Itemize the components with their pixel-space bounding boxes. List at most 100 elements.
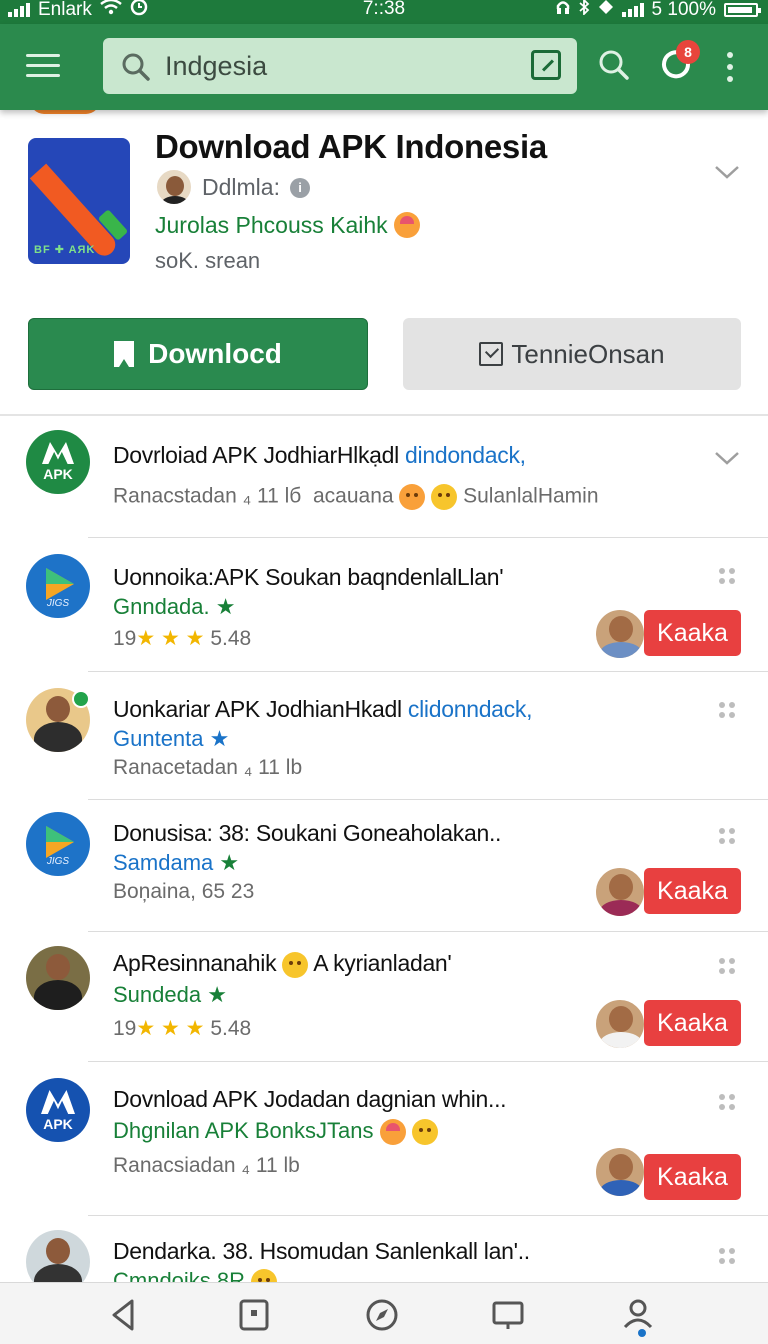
item-meta: Boņaina, 65 23 xyxy=(113,880,255,903)
headphone-icon xyxy=(556,0,570,21)
action-button[interactable]: Kaaka xyxy=(644,868,741,914)
avatar xyxy=(594,998,646,1050)
item-meta: Ranacstadan ₄ 11 lб acauana SulanlalHami… xyxy=(113,484,599,510)
item-subtitle: Guntenta ★ xyxy=(113,726,230,751)
secondary-button-label: TennieOnsan xyxy=(511,338,665,369)
avatar xyxy=(594,866,646,918)
list-item[interactable]: APK Dovrloiad APK JodhiarHlkạdl dindonda… xyxy=(0,416,768,538)
bookmark-icon xyxy=(114,341,135,367)
page-title: Download APK Indonesia xyxy=(155,128,547,165)
avatar-icon xyxy=(26,1230,90,1282)
action-button[interactable]: Kaaka xyxy=(644,1154,741,1200)
app-icon: BF ✚ AЯK xyxy=(28,138,130,264)
search-icon xyxy=(121,52,151,87)
more-options-icon[interactable] xyxy=(727,52,735,82)
list-item[interactable]: APK Dovnload APK Jodadan dagnian whin...… xyxy=(0,1062,768,1216)
star-icon: ★ xyxy=(207,982,227,1007)
search-bar[interactable] xyxy=(103,38,577,94)
emoji-icon xyxy=(399,484,426,510)
emoji-icon xyxy=(393,211,420,238)
developer-name[interactable]: Ddlmla: xyxy=(202,174,280,201)
search-input[interactable] xyxy=(165,48,505,84)
star-icon: ★ xyxy=(209,726,230,751)
edit-icon[interactable] xyxy=(531,50,561,80)
star-icon: ★ xyxy=(215,594,236,619)
bottom-navigation xyxy=(0,1282,768,1344)
emoji-icon xyxy=(431,484,458,510)
app-icon-tag: BF ✚ AЯK xyxy=(34,244,96,256)
avatar xyxy=(594,1146,646,1198)
drag-handle-icon[interactable] xyxy=(719,958,737,976)
download-button[interactable]: Downlocd xyxy=(28,318,368,390)
emoji-icon xyxy=(251,1269,278,1282)
drag-handle-icon[interactable] xyxy=(719,1094,737,1112)
verified-icon xyxy=(72,690,90,708)
item-title: Uonkariar APK JodhianHkadl clidonndack, xyxy=(113,696,533,722)
item-meta: Ranacetadan ₄ 11 lb xyxy=(113,756,303,779)
download-button-label: Downlocd xyxy=(148,338,282,369)
item-rating: 19★ ★ ★ 5.48 xyxy=(113,627,252,650)
item-title: Dendarka. 38. Hsomudan Sanlenkall lan'.. xyxy=(113,1238,530,1264)
app-header-card: BF ✚ AЯK Download APK Indonesia Ddlmla: … xyxy=(0,110,768,416)
data-icon xyxy=(598,0,614,21)
play-store-icon: JIGS xyxy=(26,554,90,618)
list-item[interactable]: JIGS Donusisa: 38: Soukani Goneaholakan.… xyxy=(0,800,768,932)
menu-icon[interactable] xyxy=(26,52,62,80)
app-list: APK Dovrloiad APK JodhiarHlkạdl dindonda… xyxy=(0,416,768,1282)
item-meta: Ranacsiadan ₄ 11 lb xyxy=(113,1154,300,1177)
app-bar: 8 xyxy=(0,24,768,110)
action-button[interactable]: Kaaka xyxy=(644,610,741,656)
search-icon[interactable] xyxy=(598,49,630,86)
status-bar: Enlark 7::38 5 100% xyxy=(0,0,768,24)
list-item[interactable]: Dendarka. 38. Hsomudan Sanlenkall lan'..… xyxy=(0,1216,768,1282)
item-rating: 19★ ★ ★ 5.48 xyxy=(113,1017,252,1040)
signal-strength-icon xyxy=(621,3,644,17)
status-right: 5 100% xyxy=(556,0,761,21)
drag-handle-icon[interactable] xyxy=(719,1248,737,1266)
checkbox-icon xyxy=(479,342,504,366)
emoji-icon xyxy=(282,951,309,978)
list-item[interactable]: JIGS Uonnoika:APK Soukan baqndenlalLlan'… xyxy=(0,538,768,672)
item-title: ApResinnanahik A kyrianladan' xyxy=(113,950,452,978)
home-icon[interactable] xyxy=(236,1297,272,1333)
star-icon: ★ xyxy=(219,850,240,875)
bluetooth-icon xyxy=(578,0,590,21)
chevron-down-icon[interactable] xyxy=(714,162,739,186)
item-subtitle: Gnndada. ★ xyxy=(113,594,236,619)
item-link[interactable]: dindondack, xyxy=(405,442,526,468)
apps-icon[interactable] xyxy=(490,1297,526,1333)
drag-handle-icon[interactable] xyxy=(719,568,737,586)
avatar xyxy=(594,608,646,660)
chevron-down-icon[interactable] xyxy=(714,448,739,472)
drag-handle-icon[interactable] xyxy=(719,828,737,846)
apk-icon: APK xyxy=(26,430,90,494)
emoji-icon xyxy=(379,1119,406,1146)
item-title: Donusisa: 38: Soukani Goneaholakan.. xyxy=(113,820,502,846)
action-button[interactable]: Kaaka xyxy=(644,1000,741,1046)
star-icon: ★ ★ ★ xyxy=(136,1017,205,1040)
back-icon[interactable] xyxy=(106,1297,142,1333)
item-link[interactable]: clidonndack, xyxy=(408,696,533,722)
item-title: Dovrloiad APK JodhiarHlkạdl dindondack, xyxy=(113,442,526,468)
developer-avatar xyxy=(155,168,193,206)
apk-icon: APK xyxy=(26,1078,90,1142)
item-title: Uonnoika:APK Soukan baqndenlalLlan' xyxy=(113,564,504,590)
secondary-button[interactable]: TennieOnsan xyxy=(403,318,741,390)
info-icon[interactable]: i xyxy=(290,178,310,198)
list-item[interactable]: Uonkariar APK JodhianHkadl clidonndack, … xyxy=(0,672,768,800)
avatar-icon xyxy=(26,946,90,1010)
profile-icon[interactable] xyxy=(620,1297,656,1337)
item-subtitle: Sundeda ★ xyxy=(113,982,227,1007)
battery-percent: 5 100% xyxy=(651,0,716,20)
drag-handle-icon[interactable] xyxy=(719,702,737,720)
compass-icon[interactable] xyxy=(364,1297,400,1333)
play-store-icon: JIGS xyxy=(26,812,90,876)
app-size: soK. srean xyxy=(155,248,261,273)
item-subtitle: Cmndoiks 8R xyxy=(113,1268,278,1282)
notification-badge: 8 xyxy=(676,40,700,64)
emoji-icon xyxy=(411,1119,438,1146)
item-subtitle: Dhgnilan APK BonksJTans xyxy=(113,1118,438,1146)
list-item[interactable]: ApResinnanahik A kyrianladan' Sundeda ★ … xyxy=(0,932,768,1062)
star-icon: ★ ★ ★ xyxy=(136,627,205,650)
category-label[interactable]: Jurolas Phcouss Kaihk xyxy=(155,211,420,239)
